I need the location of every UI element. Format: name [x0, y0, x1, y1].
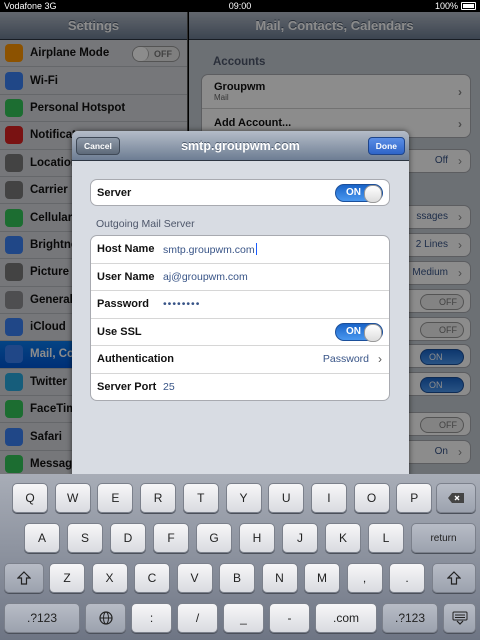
dotcom-key[interactable]: .com — [315, 603, 377, 633]
sheet-title: smtp.groupwm.com — [181, 139, 300, 153]
smtp-server-sheet: Cancel smtp.groupwm.com Done Server ON O… — [72, 131, 409, 477]
battery-icon — [461, 2, 476, 10]
authentication-value: Password — [322, 353, 369, 366]
key-q[interactable]: Q — [12, 483, 48, 513]
chevron-right-icon: › — [378, 352, 382, 367]
key-period[interactable]: . — [389, 563, 425, 593]
shift-key-left[interactable] — [4, 563, 44, 593]
key-c[interactable]: C — [134, 563, 170, 593]
use-ssl-row: Use SSL ON — [91, 319, 389, 347]
host-name-value: smtp.groupwm.com — [163, 244, 255, 256]
key-r[interactable]: R — [140, 483, 177, 513]
dash-key[interactable]: - — [269, 603, 310, 633]
key-x[interactable]: X — [91, 563, 128, 593]
shift-icon — [447, 571, 461, 585]
password-label: Password — [97, 298, 149, 311]
host-name-label: Host Name — [97, 243, 155, 255]
key-u[interactable]: U — [268, 483, 305, 513]
use-ssl-label: Use SSL — [97, 325, 142, 338]
user-name-field[interactable]: aj@groupwm.com — [163, 271, 248, 283]
globe-key[interactable] — [85, 603, 126, 633]
key-f[interactable]: F — [153, 523, 189, 553]
text-cursor — [255, 243, 257, 255]
key-p[interactable]: P — [396, 483, 433, 513]
key-v[interactable]: V — [176, 563, 213, 593]
clock: 09:00 — [228, 1, 252, 11]
user-name-label: User Name — [97, 270, 155, 283]
key-b[interactable]: B — [219, 563, 255, 593]
colon-key[interactable]: : — [131, 603, 172, 633]
key-e[interactable]: E — [97, 483, 134, 513]
outgoing-mail-server-header: Outgoing Mail Server — [96, 218, 195, 230]
status-bar: Vodafone 3G 09:00 100% — [0, 0, 480, 12]
key-d[interactable]: D — [110, 523, 146, 553]
done-button[interactable]: Done — [367, 137, 405, 155]
server-row: Server ON — [90, 179, 390, 206]
key-j[interactable]: J — [282, 523, 318, 553]
key-i[interactable]: I — [310, 483, 347, 513]
key-t[interactable]: T — [182, 483, 219, 513]
host-name-field[interactable]: smtp.groupwm.com — [163, 243, 257, 256]
sheet-navbar: Cancel smtp.groupwm.com Done — [72, 131, 409, 161]
server-port-row[interactable]: Server Port 25 — [91, 374, 389, 400]
key-m[interactable]: M — [304, 563, 340, 593]
key-n[interactable]: N — [261, 563, 298, 593]
use-ssl-toggle[interactable]: ON — [335, 322, 383, 342]
return-key[interactable]: return — [411, 523, 476, 553]
onscreen-keyboard: .?123 : / _ - .com .?123 return QWERTYUI… — [0, 474, 480, 640]
keyboard-dismiss-icon — [452, 611, 467, 625]
key-o[interactable]: O — [353, 483, 390, 513]
globe-icon — [98, 611, 113, 625]
outgoing-server-group: Host Name smtp.groupwm.com User Name aj@… — [90, 235, 390, 401]
numbers-key[interactable]: .?123 — [382, 603, 438, 633]
user-name-row[interactable]: User Name aj@groupwm.com — [91, 264, 389, 292]
key-comma[interactable]: , — [346, 563, 383, 593]
key-h[interactable]: H — [239, 523, 275, 553]
server-port-field[interactable]: 25 — [163, 381, 175, 393]
server-toggle[interactable]: ON — [335, 184, 383, 203]
password-field[interactable]: •••••••• — [163, 298, 200, 310]
backspace-key[interactable] — [436, 483, 476, 513]
server-label: Server — [97, 187, 132, 199]
slash-key[interactable]: / — [177, 603, 218, 633]
battery-percent: 100% — [434, 1, 458, 11]
authentication-label: Authentication — [97, 353, 174, 366]
shift-key-right[interactable] — [432, 563, 476, 593]
shift-icon — [17, 571, 31, 585]
key-y[interactable]: Y — [225, 483, 262, 513]
authentication-row[interactable]: Authentication Password › — [91, 346, 389, 374]
hide-keyboard-key[interactable] — [443, 603, 476, 633]
key-z[interactable]: Z — [49, 563, 85, 593]
password-row[interactable]: Password •••••••• — [91, 291, 389, 319]
host-name-row[interactable]: Host Name smtp.groupwm.com — [91, 236, 389, 264]
underscore-key[interactable]: _ — [223, 603, 264, 633]
key-w[interactable]: W — [54, 483, 91, 513]
numbers-key[interactable]: .?123 — [4, 603, 80, 633]
key-l[interactable]: L — [368, 523, 404, 553]
server-port-label: Server Port — [97, 380, 157, 393]
key-g[interactable]: G — [196, 523, 232, 553]
key-a[interactable]: A — [24, 523, 60, 553]
key-k[interactable]: K — [325, 523, 361, 553]
key-s[interactable]: S — [67, 523, 103, 553]
backspace-icon — [448, 493, 464, 503]
